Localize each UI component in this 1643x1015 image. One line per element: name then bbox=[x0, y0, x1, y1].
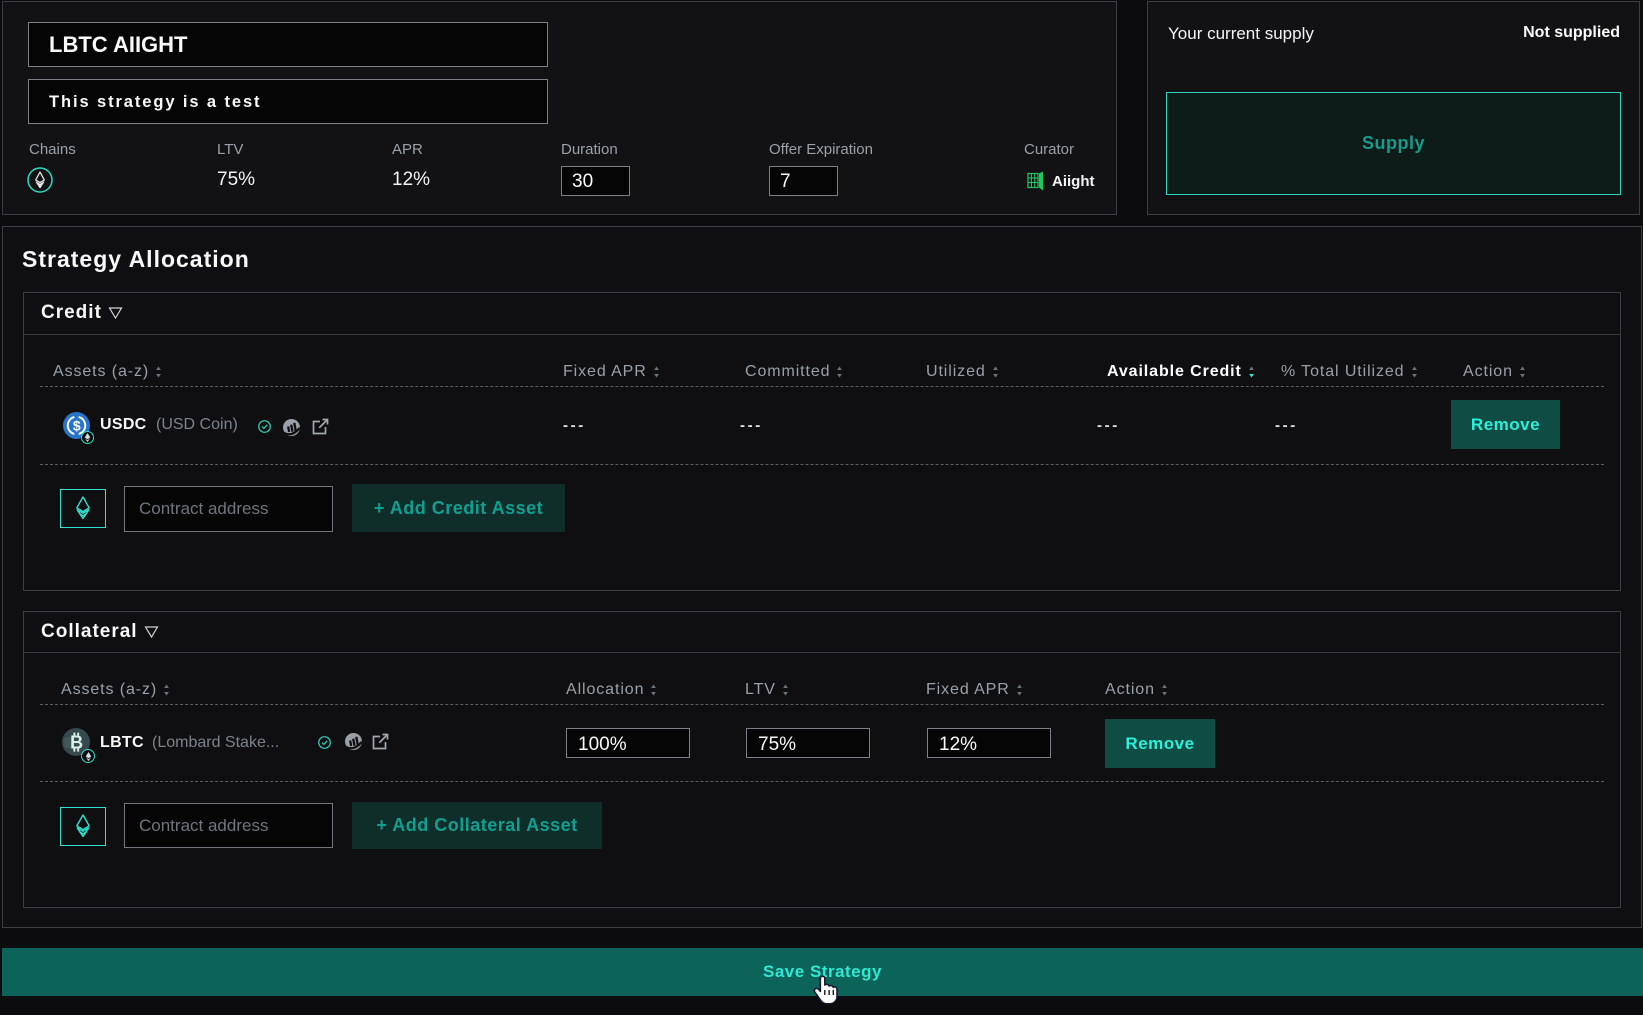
svg-text:$: $ bbox=[73, 418, 81, 434]
svg-text:B: B bbox=[70, 733, 83, 753]
